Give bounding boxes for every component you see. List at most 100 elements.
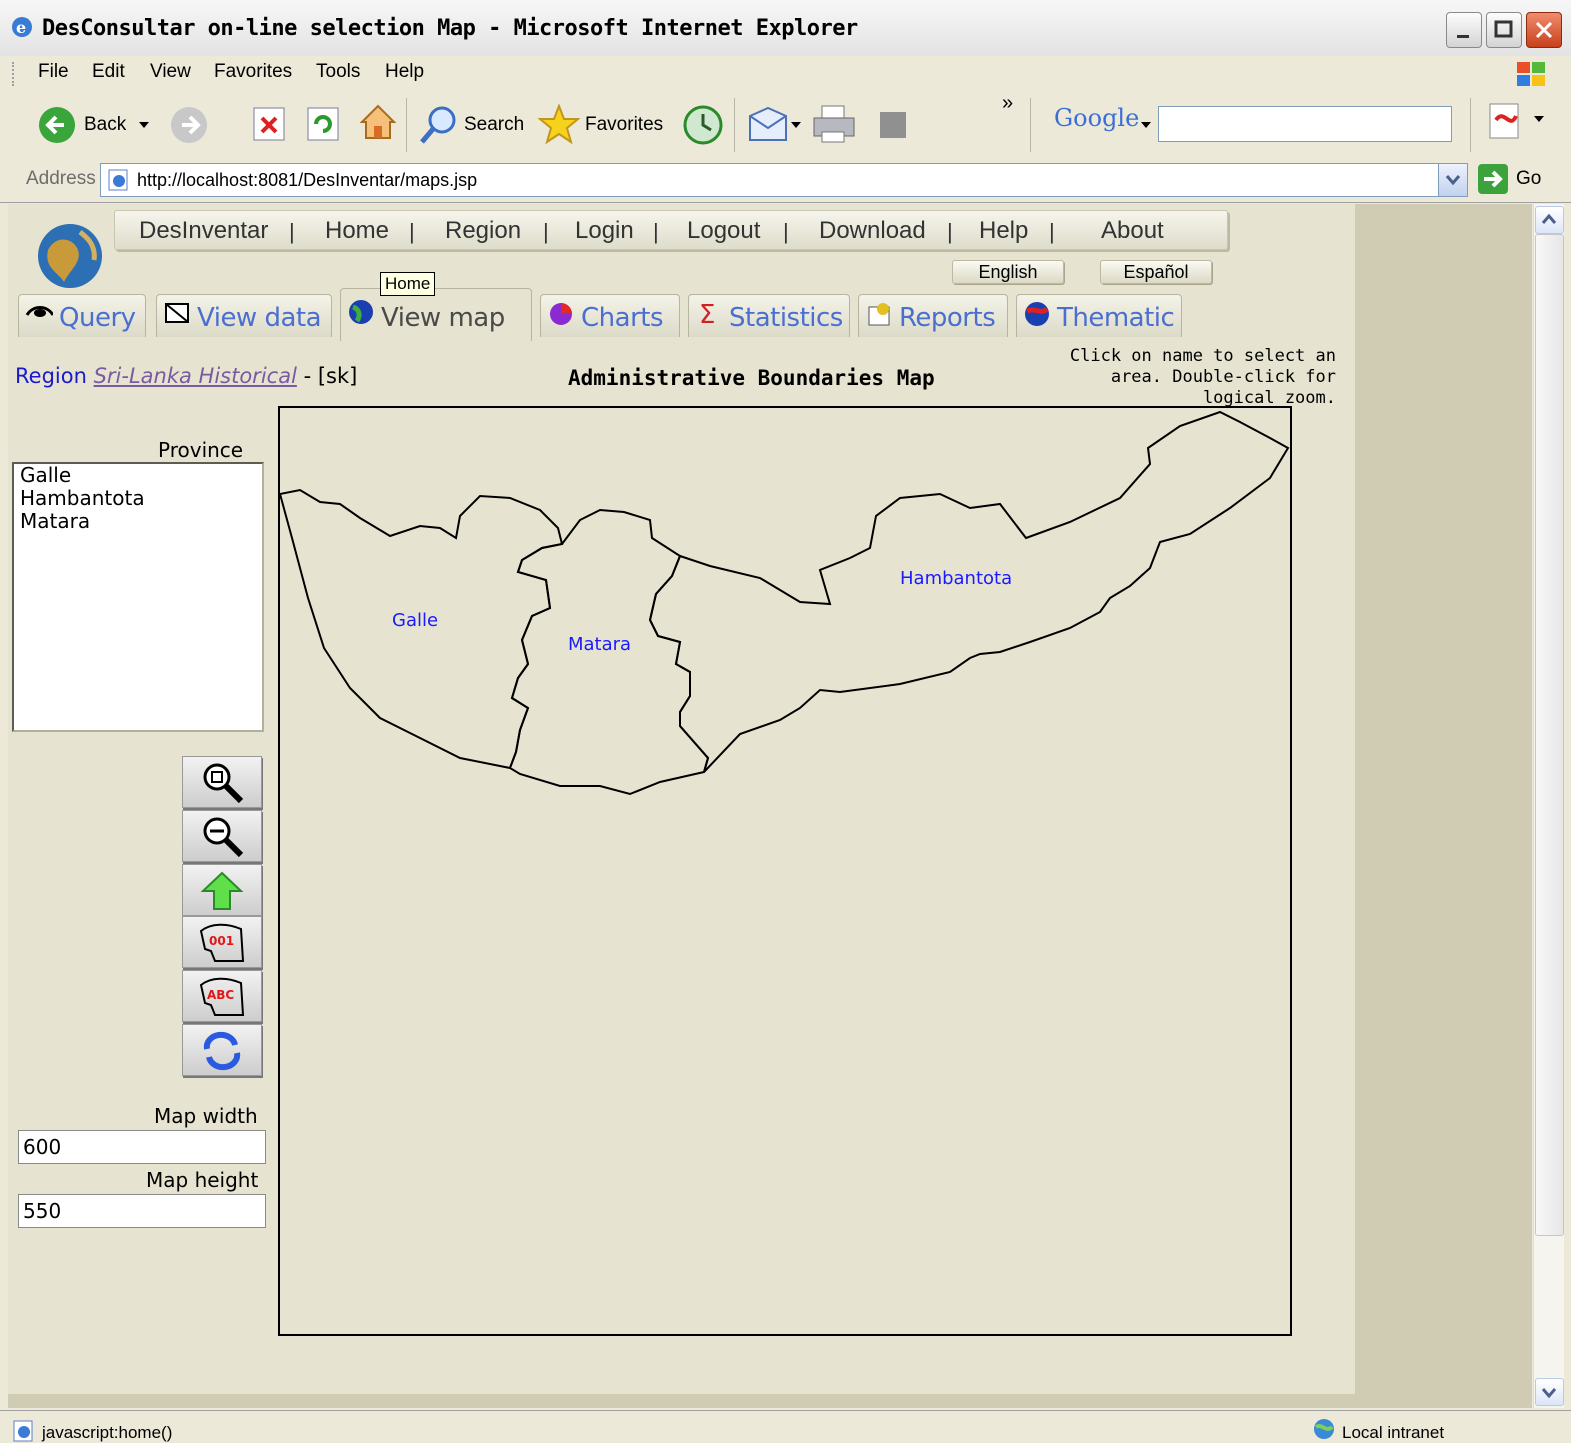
chevron-down-icon bbox=[1445, 175, 1461, 186]
up-arrow-icon bbox=[200, 871, 244, 910]
english-button[interactable]: English bbox=[952, 260, 1064, 284]
go-arrow-icon bbox=[1484, 170, 1503, 188]
svg-text:Σ: Σ bbox=[699, 301, 715, 327]
nav-desinventar[interactable]: DesInventar bbox=[139, 217, 268, 245]
map-height-label: Map height bbox=[146, 1168, 259, 1192]
tab-reports[interactable]: Reports bbox=[858, 294, 1008, 337]
menu-file[interactable]: File bbox=[38, 61, 69, 83]
maximize-button[interactable] bbox=[1486, 12, 1522, 48]
region-name-link[interactable]: Sri-Lanka Historical bbox=[94, 364, 297, 388]
svg-text:001: 001 bbox=[209, 934, 234, 948]
map-height-input[interactable]: 550 bbox=[18, 1194, 266, 1228]
top-nav: DesInventar | Home | Region | Login | Lo… bbox=[114, 210, 1228, 250]
print-icon[interactable] bbox=[812, 104, 856, 144]
tab-statistics[interactable]: Σ Statistics bbox=[688, 294, 850, 337]
address-dropdown-button[interactable] bbox=[1438, 164, 1467, 196]
region-label: Region bbox=[15, 364, 87, 388]
zoom-in-button[interactable] bbox=[182, 756, 262, 808]
google-logo[interactable]: Google bbox=[1054, 104, 1139, 132]
menu-favorites[interactable]: Favorites bbox=[214, 61, 292, 83]
pdf-icon[interactable] bbox=[1486, 100, 1546, 142]
tab-view-data[interactable]: View data bbox=[156, 294, 332, 337]
menu-tools[interactable]: Tools bbox=[316, 61, 360, 83]
boundaries-map[interactable]: Galle Matara Hambantota bbox=[278, 408, 1290, 1334]
stop-icon[interactable] bbox=[252, 106, 286, 142]
menu-help[interactable]: Help bbox=[385, 61, 424, 83]
hambantota-area bbox=[648, 410, 1290, 773]
back-arrow-icon bbox=[39, 107, 75, 143]
search-button[interactable]: Search bbox=[416, 102, 526, 148]
tab-thematic[interactable]: Thematic bbox=[1016, 294, 1182, 337]
data-icon bbox=[165, 303, 189, 323]
history-icon[interactable] bbox=[682, 104, 724, 146]
svg-text:e: e bbox=[16, 18, 26, 37]
nav-home[interactable]: Home bbox=[325, 217, 389, 245]
scroll-thumb[interactable] bbox=[1535, 234, 1564, 1236]
tab-view-map[interactable]: View map bbox=[340, 288, 532, 341]
back-button[interactable]: Back bbox=[36, 102, 156, 148]
region-line: Region Sri-Lanka Historical - [sk] bbox=[15, 364, 357, 388]
nav-region[interactable]: Region bbox=[445, 217, 521, 245]
google-search-input[interactable] bbox=[1158, 106, 1452, 142]
search-label: Search bbox=[464, 114, 525, 135]
eye-icon bbox=[25, 306, 53, 317]
vertical-scrollbar[interactable] bbox=[1533, 204, 1564, 1408]
nav-download[interactable]: Download bbox=[819, 217, 926, 245]
nav-help[interactable]: Help bbox=[979, 217, 1028, 245]
forward-arrow-icon[interactable] bbox=[170, 106, 208, 144]
map-hint: Click on name to select an area. Double-… bbox=[1069, 346, 1336, 406]
menu-view[interactable]: View bbox=[150, 61, 191, 83]
chevron-down-icon bbox=[1541, 1388, 1557, 1399]
map-title: Administrative Boundaries Map bbox=[568, 366, 935, 390]
map-canvas[interactable]: Galle Matara Hambantota bbox=[278, 406, 1292, 1336]
tooltip: Home bbox=[380, 272, 436, 296]
favorites-button[interactable]: Favorites bbox=[538, 102, 668, 148]
refresh-icon[interactable] bbox=[306, 106, 340, 142]
province-option[interactable]: Hambantota bbox=[14, 487, 262, 510]
province-option[interactable]: Matara bbox=[14, 510, 262, 533]
home-icon[interactable] bbox=[358, 102, 398, 142]
map-width-input[interactable]: 600 bbox=[18, 1130, 266, 1164]
minimize-button[interactable] bbox=[1446, 12, 1482, 48]
show-codes-button[interactable]: 001 bbox=[182, 916, 262, 968]
menu-edit[interactable]: Edit bbox=[92, 61, 125, 83]
close-button[interactable] bbox=[1526, 12, 1562, 48]
title-bar: e DesConsultar on-line selection Map - M… bbox=[0, 0, 1571, 57]
chevron-up-icon bbox=[1541, 213, 1557, 224]
show-names-button[interactable]: ABC bbox=[182, 970, 262, 1022]
scroll-up-button[interactable] bbox=[1535, 206, 1564, 234]
zoom-up-button[interactable] bbox=[182, 864, 262, 916]
toolbar-chevron[interactable]: » bbox=[1002, 92, 1013, 115]
address-field[interactable]: http://localhost:8081/DesInventar/maps.j… bbox=[100, 163, 1468, 197]
tab-charts[interactable]: Charts bbox=[540, 294, 680, 337]
refresh-map-button[interactable] bbox=[182, 1024, 262, 1076]
tab-query[interactable]: Query bbox=[18, 294, 146, 337]
globe-icon bbox=[349, 300, 373, 324]
espanol-button[interactable]: Español bbox=[1100, 260, 1212, 284]
map-width-label: Map width bbox=[154, 1104, 258, 1128]
province-listbox[interactable]: Galle Hambantota Matara bbox=[12, 462, 264, 732]
page-icon bbox=[108, 169, 128, 191]
map-label-matara[interactable]: Matara bbox=[568, 634, 631, 655]
desinventar-logo[interactable] bbox=[18, 210, 108, 290]
back-label: Back bbox=[84, 114, 127, 135]
province-option[interactable]: Galle bbox=[14, 464, 262, 487]
svg-text:ABC: ABC bbox=[207, 988, 234, 1002]
zoom-out-button[interactable] bbox=[182, 810, 262, 862]
google-dropdown-icon[interactable] bbox=[1140, 120, 1152, 130]
nav-about[interactable]: About bbox=[1101, 217, 1164, 245]
nav-login[interactable]: Login bbox=[575, 217, 634, 245]
edit-icon[interactable] bbox=[878, 110, 908, 140]
ie-icon: e bbox=[12, 17, 32, 37]
go-button[interactable] bbox=[1478, 164, 1508, 194]
maximize-icon bbox=[1494, 20, 1513, 38]
page-content: DesInventar | Home | Region | Login | Lo… bbox=[8, 204, 1355, 1394]
favorites-label: Favorites bbox=[585, 114, 664, 135]
nav-logout[interactable]: Logout bbox=[687, 217, 760, 245]
page-viewport: DesInventar | Home | Region | Login | Lo… bbox=[8, 204, 1532, 1408]
go-label[interactable]: Go bbox=[1516, 168, 1541, 190]
map-label-galle[interactable]: Galle bbox=[392, 610, 438, 631]
scroll-down-button[interactable] bbox=[1535, 1378, 1564, 1406]
map-label-hambantota[interactable]: Hambantota bbox=[900, 568, 1012, 589]
mail-icon[interactable] bbox=[748, 106, 802, 142]
